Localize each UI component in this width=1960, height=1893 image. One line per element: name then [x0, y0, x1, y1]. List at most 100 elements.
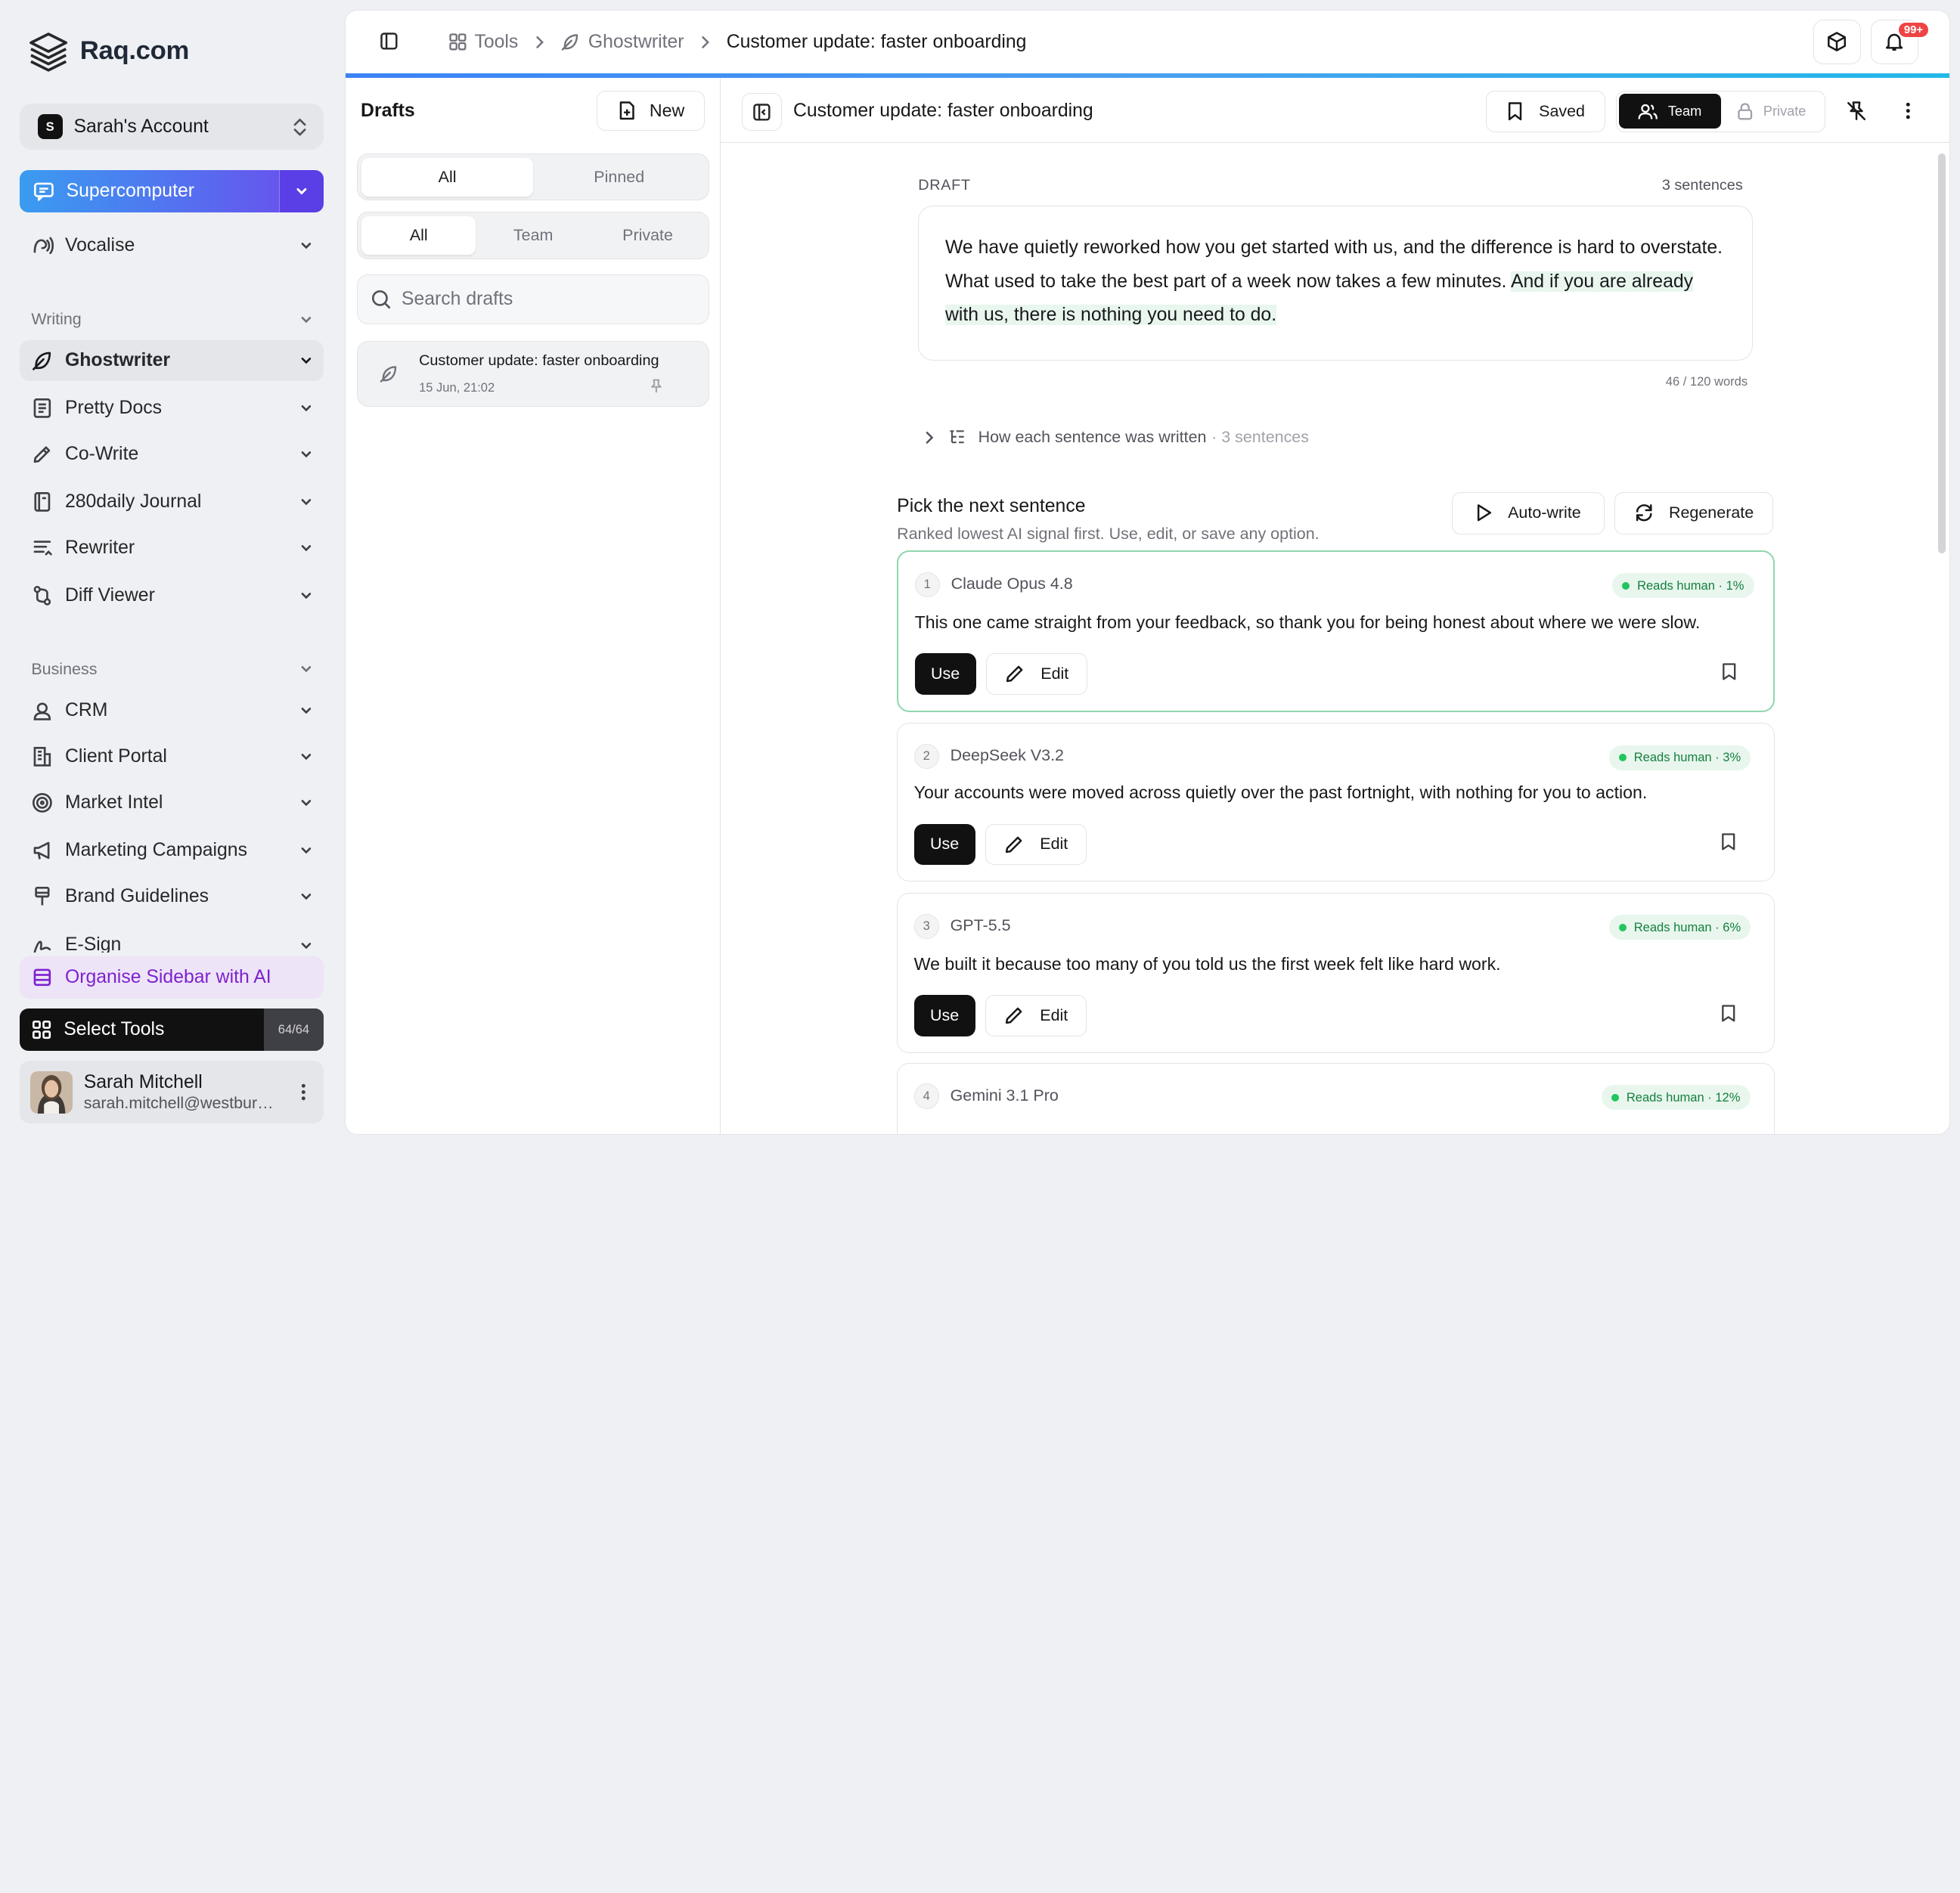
private-label: Private: [1763, 103, 1806, 119]
edit-button[interactable]: Edit: [985, 823, 1087, 866]
pen-icon: [31, 443, 54, 466]
extensions-button[interactable]: [1813, 19, 1861, 65]
layers-logo-icon: [27, 30, 70, 73]
scope-private[interactable]: Private: [591, 216, 705, 255]
use-button[interactable]: Use: [913, 995, 975, 1036]
account-switcher[interactable]: S Sarah's Account: [20, 104, 324, 150]
sidebar-item-diff-viewer[interactable]: Diff Viewer: [20, 575, 324, 616]
pin-off-icon[interactable]: [1846, 101, 1867, 122]
option-number: 3: [913, 913, 939, 939]
sidebar-item-marketing-campaigns[interactable]: Marketing Campaigns: [20, 830, 324, 872]
drafts-panel-toggle[interactable]: [742, 93, 783, 131]
supercomputer-dropdown[interactable]: [278, 169, 324, 212]
search-input[interactable]: [401, 289, 690, 311]
user-profile[interactable]: Sarah Mitchell sarah.mitchell@westburyco…: [20, 1061, 324, 1124]
sidebar-item-ghostwriter[interactable]: Ghostwriter: [20, 339, 324, 382]
saved-button[interactable]: Saved: [1485, 90, 1606, 132]
notification-badge: 99+: [1899, 23, 1928, 38]
feather-icon: [379, 364, 399, 383]
edit-button[interactable]: Edit: [985, 653, 1087, 695]
pin-icon[interactable]: [649, 379, 664, 394]
breadcrumb-tools[interactable]: Tools: [448, 32, 518, 53]
breadcrumb-ghostwriter[interactable]: Ghostwriter: [560, 32, 684, 53]
filter-all[interactable]: All: [361, 157, 534, 197]
breadcrumb: Tools Ghostwriter Customer update: faste…: [448, 11, 1026, 73]
bookmark-icon[interactable]: [1721, 662, 1737, 681]
edit-button[interactable]: Edit: [985, 995, 1087, 1036]
sidebar-item-co-write[interactable]: Co-Write: [20, 434, 324, 476]
new-draft-label: New: [649, 100, 685, 120]
reads-human-badge: Reads human · 1%: [1612, 573, 1754, 599]
organise-sidebar-button[interactable]: Organise Sidebar with AI: [20, 956, 324, 999]
draft-label: DRAFT: [918, 177, 971, 194]
list-tree-icon: [950, 430, 964, 444]
option-number: 2: [913, 743, 939, 769]
section-business-header[interactable]: Business: [31, 660, 314, 679]
option-sentence: We built it because too many of you told…: [913, 953, 1501, 974]
supercomputer-main[interactable]: Supercomputer: [20, 169, 279, 212]
sidebar-item-label: Ghostwriter: [64, 349, 171, 370]
search-icon: [371, 290, 390, 309]
brush-icon: [31, 885, 54, 908]
supercomputer-button[interactable]: Supercomputer: [20, 169, 324, 212]
draft-text[interactable]: We have quietly reworked how you get sta…: [918, 206, 1754, 361]
auto-write-label: Auto-write: [1508, 503, 1581, 522]
pick-title: Pick the next sentence: [897, 495, 1086, 516]
select-tools-button[interactable]: Select Tools 64/64: [20, 1008, 324, 1052]
draft-list-item[interactable]: Customer update: faster onboarding 15 Ju…: [357, 340, 710, 407]
breadcrumb-ghostwriter-label: Ghostwriter: [588, 31, 684, 52]
brand-logo[interactable]: Raq.com: [27, 30, 189, 73]
bookmark-icon[interactable]: [1720, 1004, 1736, 1023]
scope-team[interactable]: Team: [476, 216, 590, 255]
chevron-down-icon: [301, 545, 312, 552]
chevron-down-icon: [301, 243, 312, 249]
scope-all[interactable]: All: [361, 216, 476, 256]
visibility-team[interactable]: Team: [1618, 94, 1721, 129]
sidebar-item-brand-guidelines[interactable]: Brand Guidelines: [20, 876, 324, 918]
pick-subtitle: Ranked lowest AI signal first. Use, edit…: [897, 524, 1320, 543]
journal-icon: [31, 491, 54, 513]
bookmark-icon[interactable]: [1720, 832, 1736, 851]
chevron-down-icon: [301, 592, 312, 599]
chevron-down-icon: [301, 707, 312, 714]
new-draft-button[interactable]: New: [597, 90, 705, 131]
notifications-button[interactable]: 99+: [1870, 19, 1928, 65]
section-writing-header[interactable]: Writing: [31, 310, 314, 329]
filter-pinned[interactable]: Pinned: [533, 158, 705, 197]
sidebar-item-e-sign[interactable]: E-Sign: [20, 925, 324, 953]
drafts-title: Drafts: [361, 101, 415, 122]
sidebar-clip: E-Sign: [20, 925, 324, 953]
sidebar-toggle-icon[interactable]: [380, 32, 399, 51]
sidebar-item-label: 280daily Journal: [64, 491, 202, 512]
sidebar-item-label: Vocalise: [64, 234, 135, 256]
sidebar-item-market-intel[interactable]: Market Intel: [20, 782, 324, 824]
more-vertical-icon[interactable]: [291, 1083, 316, 1101]
draft-title: Customer update: faster onboarding: [419, 352, 659, 370]
sidebar-item-label: Market Intel: [64, 792, 163, 813]
sidebar-item-rewriter[interactable]: Rewriter: [20, 528, 324, 569]
sidebar-item-pretty-docs[interactable]: Pretty Docs: [20, 387, 324, 429]
more-vertical-icon[interactable]: [1906, 102, 1911, 119]
sidebar-item-label: Client Portal: [64, 745, 167, 767]
scrollbar[interactable]: [1938, 153, 1946, 553]
building-icon: [31, 745, 54, 768]
visibility-private[interactable]: Private: [1721, 94, 1823, 129]
chevron-down-icon: [301, 666, 312, 673]
regenerate-button[interactable]: Regenerate: [1614, 491, 1773, 534]
sidebar-item-vocalise[interactable]: Vocalise: [20, 225, 324, 267]
sidebar-item-280daily-journal[interactable]: 280daily Journal: [20, 481, 324, 522]
option-card: 1 Claude Opus 4.8 Reads human · 1% This …: [897, 550, 1775, 712]
saved-label: Saved: [1539, 101, 1585, 120]
use-button[interactable]: Use: [914, 653, 976, 695]
user-name: Sarah Mitchell: [83, 1072, 203, 1093]
sidebar-item-client-portal[interactable]: Client Portal: [20, 736, 324, 778]
use-button[interactable]: Use: [913, 823, 975, 866]
sidebar-item-crm[interactable]: CRM: [20, 689, 324, 731]
sidebar-item-label: E-Sign: [64, 934, 122, 953]
auto-write-button[interactable]: Auto-write: [1452, 491, 1605, 534]
signature-icon: [31, 934, 54, 953]
chevron-right-icon: [702, 36, 709, 48]
bookmark-icon: [1509, 102, 1522, 121]
how-written-toggle[interactable]: How each sentence was written · 3 senten…: [923, 428, 1309, 447]
how-written-count: · 3 sentences: [1211, 428, 1309, 447]
